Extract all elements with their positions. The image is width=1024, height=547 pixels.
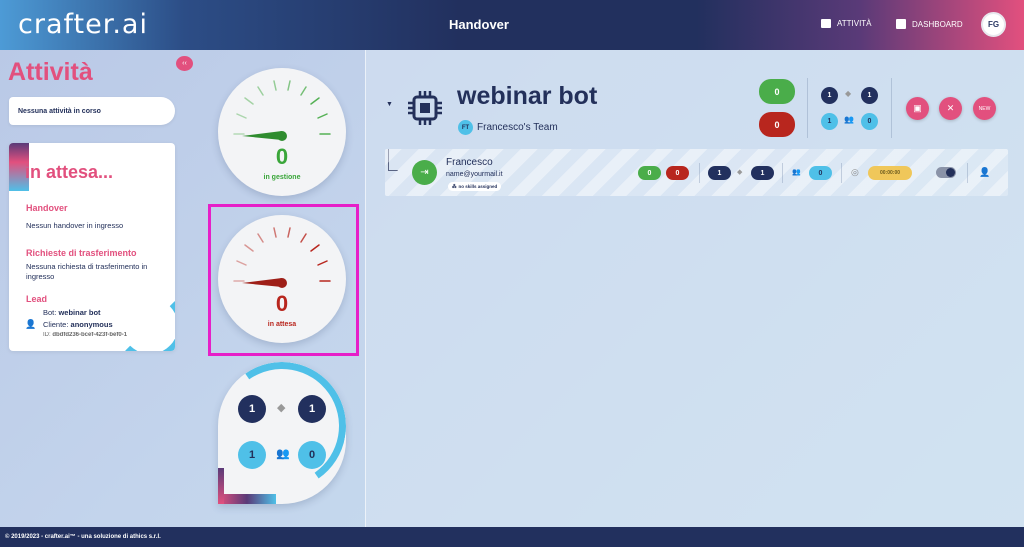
card-arc	[115, 291, 175, 351]
availability-toggle[interactable]	[936, 167, 956, 178]
counts-tile-arc	[218, 362, 346, 501]
lead-client-label: Cliente:	[43, 320, 69, 329]
skills-text: no skills assigned	[458, 184, 498, 189]
count-top-left: 1	[238, 395, 266, 423]
diamond-icon: ◆	[845, 89, 852, 98]
count-top-right: 1	[298, 395, 326, 423]
op-dark-a: 1	[708, 166, 731, 180]
divider	[841, 163, 842, 183]
counts-tile-accent	[218, 494, 276, 504]
waiting-title: in attesa...	[25, 162, 114, 182]
op-light-count: 0	[809, 166, 832, 180]
dashboard-icon	[896, 19, 906, 29]
counts-tile	[218, 362, 346, 504]
op-red-count: 0	[666, 166, 689, 180]
no-activity-box: Nessuna attività in corso	[9, 97, 175, 125]
bot-green-count: 0	[759, 79, 795, 104]
bot-light-a: 1	[821, 113, 838, 130]
lead-id: ID: dbdfd236-bcef-423f-bef0-1	[43, 332, 171, 338]
bot-dark-a: 1	[821, 87, 838, 104]
people-icon: 👥	[276, 448, 290, 460]
lead-people-icon: 👤	[25, 319, 37, 329]
handover-heading: Handover	[26, 203, 68, 213]
nav-activity-label: ATTIVITÀ	[837, 19, 872, 28]
bot-name: webinar bot	[457, 82, 598, 110]
target-icon: ◎	[851, 167, 859, 177]
bot-off-icon: ✕	[946, 103, 955, 113]
lead-bot-value: webinar bot	[58, 308, 101, 317]
gauge-managed: 0 in gestione	[218, 68, 346, 196]
skills-icon: ⁂	[452, 183, 457, 189]
mute-bot-button[interactable]: ✕	[939, 97, 962, 120]
lead-client-value: anonymous	[70, 320, 113, 329]
login-icon: ⇥	[420, 167, 429, 178]
lead-bot[interactable]: Bot: webinar bot	[43, 308, 101, 317]
activity-title: Attività	[8, 58, 93, 86]
chat-icon: ▣	[913, 103, 922, 113]
divider	[699, 163, 700, 183]
divider	[891, 78, 892, 138]
nav-activity[interactable]: ATTIVITÀ	[821, 19, 872, 28]
user-avatar[interactable]: FG	[981, 12, 1006, 37]
divider	[967, 163, 968, 183]
op-green-count: 0	[638, 166, 661, 180]
app-logo[interactable]: crafter.ai	[18, 9, 148, 40]
divider	[807, 78, 808, 138]
bot-red-count: 0	[759, 112, 795, 137]
footer: © 2019/2023 - crafter.ai™ - una soluzion…	[0, 527, 1024, 547]
transfer-text: Nessuna richiesta di trasferimento in in…	[26, 262, 148, 281]
chat-transfer-button[interactable]: ▣	[906, 97, 929, 120]
operator-name: Francesco	[446, 157, 493, 168]
bot-chip-icon	[406, 89, 444, 127]
new-button[interactable]: NEW	[973, 97, 996, 120]
op-dark-b: 1	[751, 166, 774, 180]
counts-tile-accent-v	[218, 468, 224, 504]
diamond-icon: ◆	[737, 169, 743, 176]
people-icon: 👥	[844, 115, 854, 124]
transfer-heading: Richieste di trasferimento	[26, 248, 137, 258]
team-name: Francesco's Team	[477, 122, 558, 133]
selection-highlight	[208, 204, 359, 356]
bot-dark-b: 1	[861, 87, 878, 104]
handover-text: Nessun handover in ingresso	[26, 221, 124, 230]
count-bottom-right: 0	[298, 441, 326, 469]
lead-id-label: ID:	[43, 332, 51, 338]
op-timer: 00:00:00	[868, 166, 912, 180]
page-title: Handover	[449, 17, 509, 32]
lead-heading: Lead	[26, 294, 48, 304]
lead-bot-label: Bot:	[43, 308, 57, 317]
user-settings-icon[interactable]: 👤	[979, 167, 990, 178]
bot-light-b: 0	[861, 113, 878, 130]
top-bar: crafter.ai Handover ATTIVITÀ DASHBOARD F…	[0, 0, 1024, 50]
collapse-caret-icon[interactable]: ▼	[386, 101, 393, 108]
gauge-managed-value: 0	[275, 144, 289, 169]
lead-client[interactable]: Cliente: anonymous	[43, 320, 113, 329]
lead-id-value: dbdfd236-bcef-423f-bef0-1	[52, 332, 128, 338]
people-icon: 👥	[792, 169, 801, 176]
nav-dashboard-label: DASHBOARD	[912, 19, 963, 29]
gauge-managed-label: in gestione	[263, 174, 301, 181]
footer-text: © 2019/2023 - crafter.ai™ - una soluzion…	[5, 534, 161, 540]
count-bottom-left: 1	[238, 441, 266, 469]
toggle-knob	[946, 168, 955, 177]
diamond-icon: ◆	[277, 402, 286, 414]
team-badge: FT	[458, 120, 473, 135]
login-button[interactable]: ⇥	[412, 160, 437, 185]
collapse-sidebar-button[interactable]: ‹‹	[176, 56, 193, 71]
video-camera-icon	[821, 19, 831, 28]
operator-email: name@yourmail.it	[446, 171, 503, 178]
divider	[782, 163, 783, 183]
nav-dashboard[interactable]: DASHBOARD	[896, 19, 963, 29]
skills-badge: ⁂ no skills assigned	[448, 182, 502, 191]
